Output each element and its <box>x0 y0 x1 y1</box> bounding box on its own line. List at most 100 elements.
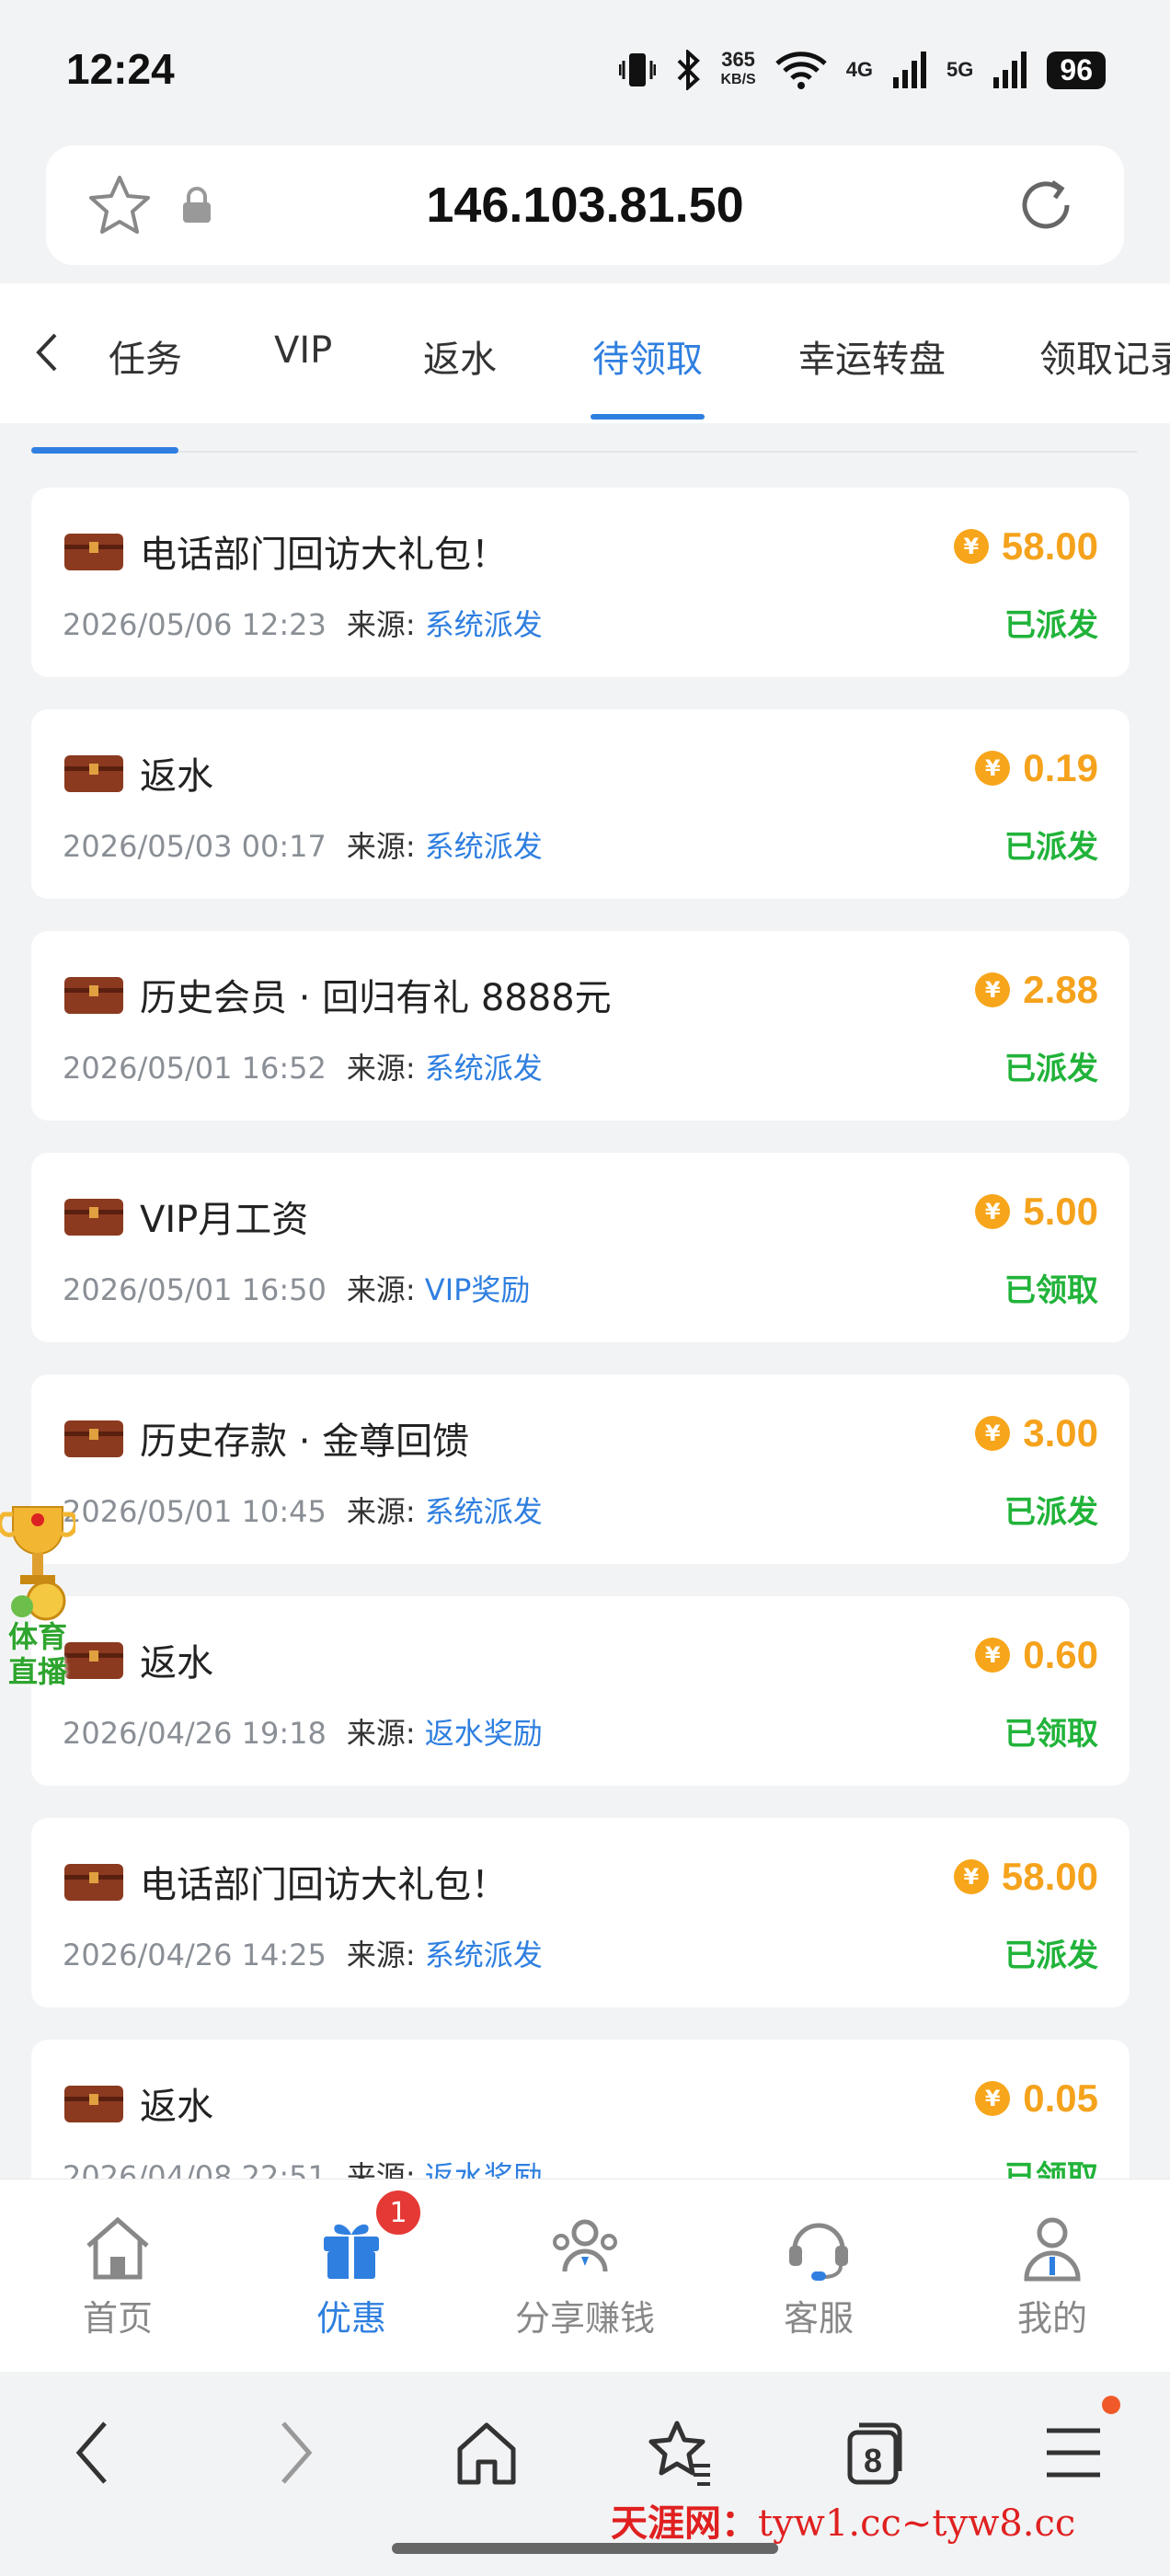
nav-customer-service[interactable]: 客服 <box>727 2213 911 2340</box>
coin-icon: ¥ <box>975 2081 1011 2116</box>
coin-icon: ¥ <box>975 1416 1011 1451</box>
tab-task[interactable]: 任务 <box>109 329 182 383</box>
menu-notification-dot <box>1102 2396 1120 2414</box>
status-icons: 365 KB/S 4G 5G 96 <box>619 50 1106 90</box>
coin-icon: ¥ <box>975 972 1011 1007</box>
tabs-button[interactable]: 8 <box>843 2418 907 2491</box>
record-list: 电话部门回访大礼包！ ¥58.00 2026/05/06 12:23 来源: 系统… <box>31 488 1130 2180</box>
source-label: 来源: <box>346 2159 416 2180</box>
nav-home[interactable]: 首页 <box>26 2213 210 2340</box>
share-people-icon <box>553 2219 617 2272</box>
sports-live-label: 体育 直播 <box>7 1619 67 1689</box>
record-status: 已派发 <box>1004 607 1098 644</box>
coin-icon: ¥ <box>975 1194 1011 1229</box>
record-title: 历史会员 · 回归有礼 8888元 <box>140 977 612 1019</box>
record-status: 已派发 <box>1004 829 1098 866</box>
active-tab-indicator <box>591 414 705 420</box>
source-label: 来源: <box>346 1494 416 1529</box>
record-source: VIP奖励 <box>424 1272 531 1307</box>
record-source: 系统派发 <box>424 1051 543 1086</box>
record-amount: ¥58.00 <box>953 1855 1098 1899</box>
coin-icon: ¥ <box>975 1638 1011 1673</box>
scroll-thumb[interactable] <box>31 447 178 454</box>
tab-lucky-wheel[interactable]: 幸运转盘 <box>798 329 946 383</box>
record-date: 2026/05/03 00:17 <box>63 829 327 864</box>
net-speed: 365 KB/S <box>720 48 756 88</box>
record-date: 2026/04/26 19:18 <box>63 1716 327 1751</box>
record-card[interactable]: 历史会员 · 回归有礼 8888元 ¥2.88 2026/05/01 16:52… <box>31 931 1130 1121</box>
record-card[interactable]: 返水 ¥0.19 2026/05/03 00:17 来源: 系统派发 已派发 <box>31 709 1130 899</box>
source-label: 来源: <box>346 1051 416 1086</box>
bookmarks-icon[interactable] <box>646 2418 716 2488</box>
record-amount: ¥5.00 <box>975 1190 1098 1234</box>
record-amount: ¥0.05 <box>975 2076 1098 2121</box>
headset-icon <box>789 2223 848 2281</box>
scroll-track <box>33 451 1137 453</box>
source-label: 来源: <box>346 1938 416 1972</box>
home-indicator[interactable] <box>392 2543 778 2554</box>
record-title: VIP月工资 <box>140 1199 309 1241</box>
record-card[interactable]: 返水 ¥0.05 2026/04/08 22:51 来源: 返水奖励 已领取 <box>31 2040 1130 2180</box>
wifi-icon <box>774 52 827 89</box>
browser-toolbar: 8 天涯网：tyw1.cc~tyw8.cc <box>0 2372 1170 2576</box>
back-arrow-icon[interactable] <box>70 2418 116 2488</box>
record-title: 电话部门回访大礼包！ <box>140 1864 508 1906</box>
record-source: 系统派发 <box>424 829 543 864</box>
record-meta: 2026/04/08 22:51 来源: 返水奖励 <box>63 2154 543 2180</box>
record-amount: ¥2.88 <box>975 968 1098 1012</box>
forward-arrow-icon[interactable] <box>272 2418 318 2488</box>
nav-promotions[interactable]: 优惠 <box>259 2213 443 2340</box>
menu-icon[interactable] <box>1041 2418 1106 2488</box>
record-card[interactable]: 返水 ¥0.60 2026/04/26 19:18 来源: 返水奖励 已领取 <box>31 1596 1130 1786</box>
tab-vip[interactable]: VIP <box>274 329 332 372</box>
record-date: 2026/05/01 16:52 <box>63 1051 327 1086</box>
record-meta: 2026/05/01 10:45 来源: 系统派发 <box>63 1489 543 1531</box>
record-amount: ¥58.00 <box>953 524 1098 569</box>
record-card[interactable]: 电话部门回访大礼包！ ¥58.00 2026/05/06 12:23 来源: 系统… <box>31 488 1130 677</box>
record-meta: 2026/05/01 16:52 来源: 系统派发 <box>63 1045 543 1087</box>
record-source: 系统派发 <box>424 607 543 642</box>
source-label: 来源: <box>346 1716 416 1751</box>
tab-pending[interactable]: 待领取 <box>592 329 703 383</box>
treasure-chest-icon <box>64 1199 123 1236</box>
address-bar[interactable]: 146.103.81.50 <box>46 145 1124 265</box>
trophy-icon <box>0 1506 78 1621</box>
record-title: 历史存款 · 金尊回馈 <box>140 1420 470 1463</box>
tab-bar: 任务 VIP 返水 待领取 幸运转盘 领取记录 <box>0 283 1170 423</box>
record-card[interactable]: VIP月工资 ¥5.00 2026/05/01 16:50 来源: VIP奖励 已… <box>31 1153 1130 1342</box>
app-bottom-nav: 首页 优惠 分享赚钱 客服 我的 <box>0 2179 1170 2373</box>
promotions-badge: 1 <box>373 2188 423 2237</box>
record-meta: 2026/05/03 00:17 来源: 系统派发 <box>63 823 543 866</box>
treasure-chest-icon <box>64 977 123 1014</box>
tab-rebate[interactable]: 返水 <box>423 329 497 383</box>
vibrate-icon <box>619 53 657 86</box>
record-amount: ¥0.60 <box>975 1633 1098 1677</box>
record-amount: ¥3.00 <box>975 1411 1098 1455</box>
record-source: 返水奖励 <box>424 2159 543 2180</box>
nav-share-earn[interactable]: 分享赚钱 <box>493 2213 677 2340</box>
source-label: 来源: <box>346 829 416 864</box>
tabs-back-icon[interactable] <box>29 329 66 375</box>
nav-mine[interactable]: 我的 <box>960 2213 1144 2340</box>
tab-claim-history[interactable]: 领取记录 <box>1039 329 1170 383</box>
reload-icon[interactable] <box>1014 173 1078 237</box>
treasure-chest-icon <box>64 1864 123 1901</box>
source-label: 来源: <box>346 607 416 642</box>
record-source: 系统派发 <box>424 1494 543 1529</box>
signal-icon <box>893 52 927 88</box>
treasure-chest-icon <box>64 2086 123 2122</box>
home-icon[interactable] <box>454 2418 519 2488</box>
record-card[interactable]: 历史存款 · 金尊回馈 ¥3.00 2026/05/01 10:45 来源: 系统… <box>31 1374 1130 1564</box>
record-status: 已领取 <box>1004 1272 1098 1309</box>
record-card[interactable]: 电话部门回访大礼包！ ¥58.00 2026/04/26 14:25 来源: 系统… <box>31 1818 1130 2007</box>
record-amount: ¥0.19 <box>975 746 1098 790</box>
treasure-chest-icon <box>64 534 123 570</box>
record-title: 返水 <box>140 1642 213 1685</box>
treasure-chest-icon <box>64 755 123 792</box>
record-status: 已领取 <box>1004 1716 1098 1753</box>
sports-live-float-button[interactable]: 体育 直播 <box>0 1498 78 1700</box>
record-source: 系统派发 <box>424 1938 543 1972</box>
record-source: 返水奖励 <box>424 1716 543 1751</box>
url-text[interactable]: 146.103.81.50 <box>46 177 1124 234</box>
record-status: 已派发 <box>1004 1938 1098 1974</box>
